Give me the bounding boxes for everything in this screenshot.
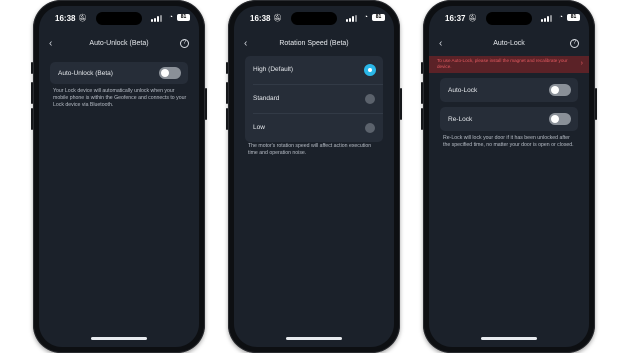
phone-power-button [595, 88, 597, 120]
phone-rotation-speed: 16:38 🔕︎ ◔ 81 ‹ Rotation Speed (Beta) Hi… [226, 0, 402, 353]
option-standard-radio[interactable] [365, 94, 375, 104]
battery-icon: 81 [567, 14, 580, 21]
phone-power-button [400, 88, 402, 120]
auto-unlock-label: Auto-Unlock (Beta) [58, 70, 113, 77]
magnet-warning-banner[interactable]: To use Auto-Lock, please install the mag… [429, 56, 589, 73]
dynamic-island [291, 12, 337, 25]
battery-icon: 81 [372, 14, 385, 21]
signal-icon [151, 15, 162, 22]
option-high-radio[interactable] [365, 65, 375, 75]
help-icon[interactable]: ? [180, 39, 189, 48]
battery-icon: 81 [177, 14, 190, 21]
status-bar: 16:38 🔕︎ ◔ 81 [39, 6, 199, 28]
nav-bar: ‹ Auto-Lock ? [429, 34, 589, 54]
phone-volume-down-button [421, 108, 423, 130]
auto-lock-row: Auto-Lock [440, 78, 578, 102]
chevron-right-icon: › [580, 60, 583, 67]
nav-bar: ‹ Auto-Unlock (Beta) ? [39, 34, 199, 54]
phone-volume-down-button [226, 108, 228, 130]
auto-lock-toggle[interactable] [549, 84, 571, 96]
signal-icon [541, 15, 552, 22]
option-low-radio[interactable] [365, 123, 375, 133]
phone-auto-lock: 16:37 🔕︎ ◔ 81 ‹ Auto-Lock ? To use Auto-… [421, 0, 597, 353]
screenshot-stage: 16:38 🔕︎ ◔ 81 ‹ Auto-Unlock (Beta) ? Aut… [0, 0, 628, 353]
auto-unlock-row: Auto-Unlock (Beta) [50, 62, 188, 84]
status-time: 16:37 [445, 14, 466, 23]
phone-volume-down-button [31, 108, 33, 130]
status-time: 16:38 [55, 14, 76, 23]
auto-lock-label: Auto-Lock [448, 87, 478, 94]
dynamic-island [96, 12, 142, 25]
option-low-label: Low [253, 124, 265, 131]
option-high[interactable]: High (Default) [245, 56, 383, 84]
re-lock-description: Re-Lock will lock your door if it has be… [443, 135, 574, 148]
phone-action-button [226, 62, 228, 74]
home-indicator[interactable] [481, 337, 537, 340]
phone-screen: 16:37 🔕︎ ◔ 81 ‹ Auto-Lock ? To use Auto-… [429, 6, 589, 347]
option-low[interactable]: Low [245, 114, 383, 142]
page-title: Rotation Speed (Beta) [279, 40, 349, 47]
home-indicator[interactable] [286, 337, 342, 340]
rotation-speed-options: High (Default) Standard Low [245, 56, 383, 142]
wifi-icon: ◔ [168, 14, 173, 21]
dynamic-island [486, 12, 532, 25]
auto-unlock-toggle[interactable] [159, 67, 181, 79]
silent-bell-icon: 🔕︎ [78, 15, 87, 22]
silent-bell-icon: 🔕︎ [273, 15, 282, 22]
page-title: Auto-Lock [493, 40, 525, 47]
option-standard[interactable]: Standard [245, 85, 383, 113]
re-lock-label: Re-Lock [448, 116, 473, 123]
nav-bar: ‹ Rotation Speed (Beta) [234, 34, 394, 54]
wifi-icon: ◔ [363, 14, 368, 21]
status-bar: 16:38 🔕︎ ◔ 81 [234, 6, 394, 28]
phone-volume-up-button [421, 82, 423, 104]
status-bar: 16:37 🔕︎ ◔ 81 [429, 6, 589, 28]
auto-unlock-description: Your Lock device will automatically unlo… [53, 88, 187, 108]
option-high-label: High (Default) [253, 66, 294, 73]
phone-volume-up-button [226, 82, 228, 104]
home-indicator[interactable] [91, 337, 147, 340]
silent-bell-icon: 🔕︎ [468, 15, 477, 22]
help-icon[interactable]: ? [570, 39, 579, 48]
re-lock-toggle[interactable] [549, 113, 571, 125]
phone-auto-unlock: 16:38 🔕︎ ◔ 81 ‹ Auto-Unlock (Beta) ? Aut… [31, 0, 207, 353]
phone-screen: 16:38 🔕︎ ◔ 81 ‹ Auto-Unlock (Beta) ? Aut… [39, 6, 199, 347]
magnet-warning-text: To use Auto-Lock, please install the mag… [437, 58, 568, 69]
re-lock-row: Re-Lock [440, 107, 578, 131]
phone-power-button [205, 88, 207, 120]
status-time: 16:38 [250, 14, 271, 23]
phone-screen: 16:38 🔕︎ ◔ 81 ‹ Rotation Speed (Beta) Hi… [234, 6, 394, 347]
phone-action-button [31, 62, 33, 74]
phone-action-button [421, 62, 423, 74]
wifi-icon: ◔ [558, 14, 563, 21]
signal-icon [346, 15, 357, 22]
page-title: Auto-Unlock (Beta) [89, 40, 149, 47]
rotation-speed-description: The motor's rotation speed will affect a… [248, 143, 372, 156]
phone-volume-up-button [31, 82, 33, 104]
option-standard-label: Standard [253, 95, 280, 102]
